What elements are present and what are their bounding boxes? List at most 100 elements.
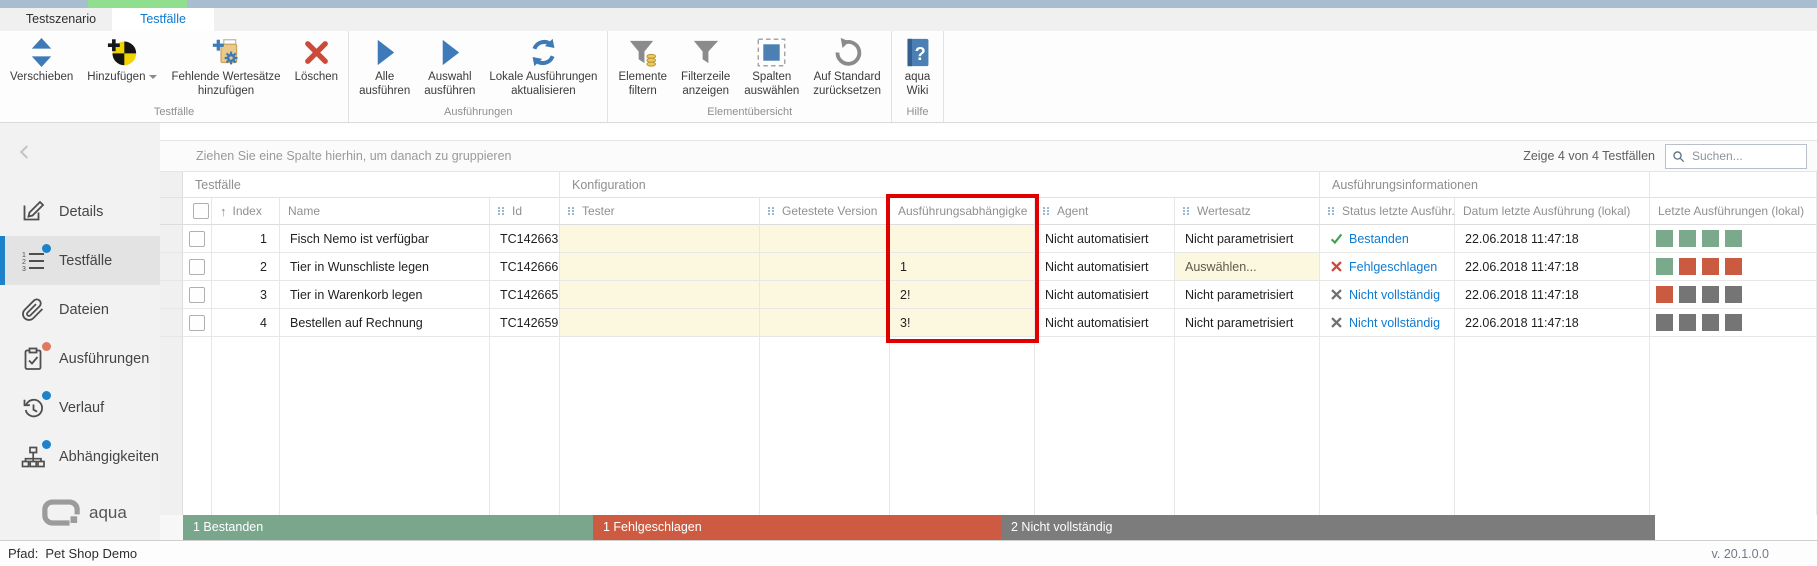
row-checkbox[interactable] — [189, 287, 205, 303]
tab-testszenario[interactable]: Testszenario — [10, 8, 112, 31]
spalten-auswahlen-button[interactable]: Spalten auswählen — [737, 32, 806, 101]
path-label: Pfad: — [8, 546, 38, 561]
cell-last-execution-status[interactable]: Bestanden — [1320, 225, 1455, 253]
search-box[interactable] — [1665, 144, 1807, 169]
column-header-ausfuhrungsabhangigke[interactable]: Ausführungsabhängigke — [890, 198, 1035, 225]
cell-valueset[interactable]: Auswählen... — [1175, 253, 1320, 281]
row-checkbox[interactable] — [189, 231, 205, 247]
grid-filler-cell — [890, 337, 1035, 515]
filterzeile-anzeigen-button[interactable]: Filterzeile anzeigen — [674, 32, 737, 101]
column-header-name[interactable]: Name — [280, 198, 490, 225]
row-checkbox[interactable] — [189, 315, 205, 331]
sidebar-item-abhangigkeiten[interactable]: Abhängigkeiten — [0, 432, 160, 481]
status-bar: Pfad:Pet Shop Demo v. 20.1.0.0 — [0, 540, 1817, 566]
aqua-logo-icon — [42, 499, 80, 526]
dropdown-caret-icon — [149, 75, 157, 79]
grid-filler-cell — [490, 337, 560, 515]
table-row: 1Fisch Nemo ist verfügbarTC142663Nicht a… — [160, 225, 1817, 253]
row-checkbox[interactable] — [189, 259, 205, 275]
alle-ausfuhren-button[interactable]: Alle ausführen — [352, 32, 417, 101]
cell-tester[interactable] — [560, 281, 760, 309]
auf-standard-zurucksetzen-button[interactable]: Auf Standard zurücksetzen — [806, 32, 888, 101]
column-header-index[interactable]: ↑Index — [212, 198, 280, 225]
execution-square-gray — [1656, 314, 1673, 331]
cell-index: 3 — [212, 281, 280, 309]
cell-execution-dependency[interactable]: 3! — [890, 309, 1035, 337]
execution-square-green — [1725, 230, 1742, 247]
column-grip-icon — [498, 207, 506, 216]
column-header-wertesatz[interactable]: Wertesatz — [1175, 198, 1320, 225]
cell-id-link[interactable]: TC142663 — [490, 225, 560, 253]
hinzufugen-button[interactable]: Hinzufügen — [80, 32, 164, 87]
cell-tested-version[interactable] — [760, 253, 890, 281]
execution-square-red — [1656, 286, 1673, 303]
status-label: Nicht vollständig — [1349, 316, 1440, 330]
cell-id-link[interactable]: TC142659 — [490, 309, 560, 337]
sidebar-collapse-button[interactable] — [16, 143, 36, 163]
column-header-getestete-version[interactable]: Getestete Version — [760, 198, 890, 225]
ribbon-item-label: Fehlende Wertesätze hinzufügen — [171, 71, 280, 99]
sidebar-item-dateien[interactable]: Dateien — [0, 285, 160, 334]
column-header-label: Tester — [582, 204, 615, 218]
notification-badge-blue — [42, 244, 51, 253]
cell-tester[interactable] — [560, 253, 760, 281]
sidebar-item-verlauf[interactable]: Verlauf — [0, 383, 160, 432]
summary-segment-2-nicht-vollstandig: 2 Nicht vollständig — [1001, 515, 1655, 540]
column-header-datum-letzte-ausfuhrung-lokal[interactable]: Datum letzte Ausführung (lokal) — [1455, 198, 1650, 225]
aqua-wiki-button[interactable]: ?aqua Wiki — [895, 32, 940, 101]
elemente-filtern-button[interactable]: Elemente filtern — [611, 32, 674, 101]
cell-last-execution-status[interactable]: Fehlgeschlagen — [1320, 253, 1455, 281]
cell-id-link[interactable]: TC142666 — [490, 253, 560, 281]
column-group-testfalle: Testfälle — [183, 172, 560, 198]
column-header-agent[interactable]: Agent — [1035, 198, 1175, 225]
cell-last-executions — [1650, 253, 1817, 281]
wiki-icon: ? — [902, 34, 933, 71]
cell-tested-version[interactable] — [760, 225, 890, 253]
search-icon — [1672, 150, 1685, 163]
grid-filler-cell — [560, 337, 760, 515]
cell-last-execution-date: 22.06.2018 11:47:18 — [1455, 225, 1650, 253]
main-panel: Ziehen Sie eine Spalte hierhin, um danac… — [160, 123, 1817, 540]
cell-tester[interactable] — [560, 225, 760, 253]
search-input[interactable] — [1690, 148, 1800, 164]
table-row: 4Bestellen auf RechnungTC1426593!Nicht a… — [160, 309, 1817, 337]
cell-last-execution-status[interactable]: Nicht vollständig — [1320, 281, 1455, 309]
cell-tested-version[interactable] — [760, 281, 890, 309]
lokale-ausfuhrungen-aktualisieren-button[interactable]: Lokale Ausführungen aktualisieren — [482, 32, 604, 101]
cell-index: 1 — [212, 225, 280, 253]
cell-tested-version[interactable] — [760, 309, 890, 337]
sidebar-item-ausfuhrungen[interactable]: Ausführungen — [0, 334, 160, 383]
reset-default-icon — [832, 34, 863, 71]
column-header-letzte-ausfuhrungen-lokal[interactable]: Letzte Ausführungen (lokal) — [1650, 198, 1817, 225]
column-header-id[interactable]: Id — [490, 198, 560, 225]
auswahl-ausfuhren-button[interactable]: Auswahl ausführen — [417, 32, 482, 101]
row-select-cell — [183, 225, 212, 253]
version-label: v. 20.1.0.0 — [1712, 547, 1769, 561]
tab-testfaelle[interactable]: Testfälle — [112, 8, 214, 31]
select-all-checkbox[interactable] — [193, 203, 209, 219]
loschen-button[interactable]: Löschen — [288, 32, 345, 87]
ribbon-group-elementubersicht: Elemente filternFilterzeile anzeigenSpal… — [608, 31, 892, 122]
cell-id-link[interactable]: TC142665 — [490, 281, 560, 309]
verschieben-button[interactable]: Verschieben — [3, 32, 80, 87]
group-by-bar: Ziehen Sie eine Spalte hierhin, um danac… — [160, 140, 1817, 172]
grid-filler-cell — [183, 337, 212, 515]
result-count-label: Zeige 4 von 4 Testfällen — [1523, 149, 1655, 163]
status-failed-icon — [1330, 260, 1343, 273]
sidebar-item-testfalle[interactable]: 123Testfälle — [0, 236, 160, 285]
cell-tester[interactable] — [560, 309, 760, 337]
cell-execution-dependency[interactable]: 1 — [890, 253, 1035, 281]
column-header-label: Id — [512, 204, 522, 218]
column-grip-icon — [1043, 207, 1051, 216]
sidebar-item-details[interactable]: Details — [0, 187, 160, 236]
cell-last-execution-status[interactable]: Nicht vollständig — [1320, 309, 1455, 337]
execution-square-gray — [1725, 314, 1742, 331]
column-group-cell — [160, 172, 183, 198]
column-header-tester[interactable]: Tester — [560, 198, 760, 225]
column-header-status-letzte-ausfuhr[interactable]: Status letzte Ausführ... — [1320, 198, 1455, 225]
fehlende-wertesatze-hinzufugen-button[interactable]: Fehlende Wertesätze hinzufügen — [164, 32, 287, 101]
cell-execution-dependency[interactable] — [890, 225, 1035, 253]
execution-square-red — [1725, 258, 1742, 275]
cell-execution-dependency[interactable]: 2! — [890, 281, 1035, 309]
sidebar-item-label: Details — [59, 204, 103, 220]
